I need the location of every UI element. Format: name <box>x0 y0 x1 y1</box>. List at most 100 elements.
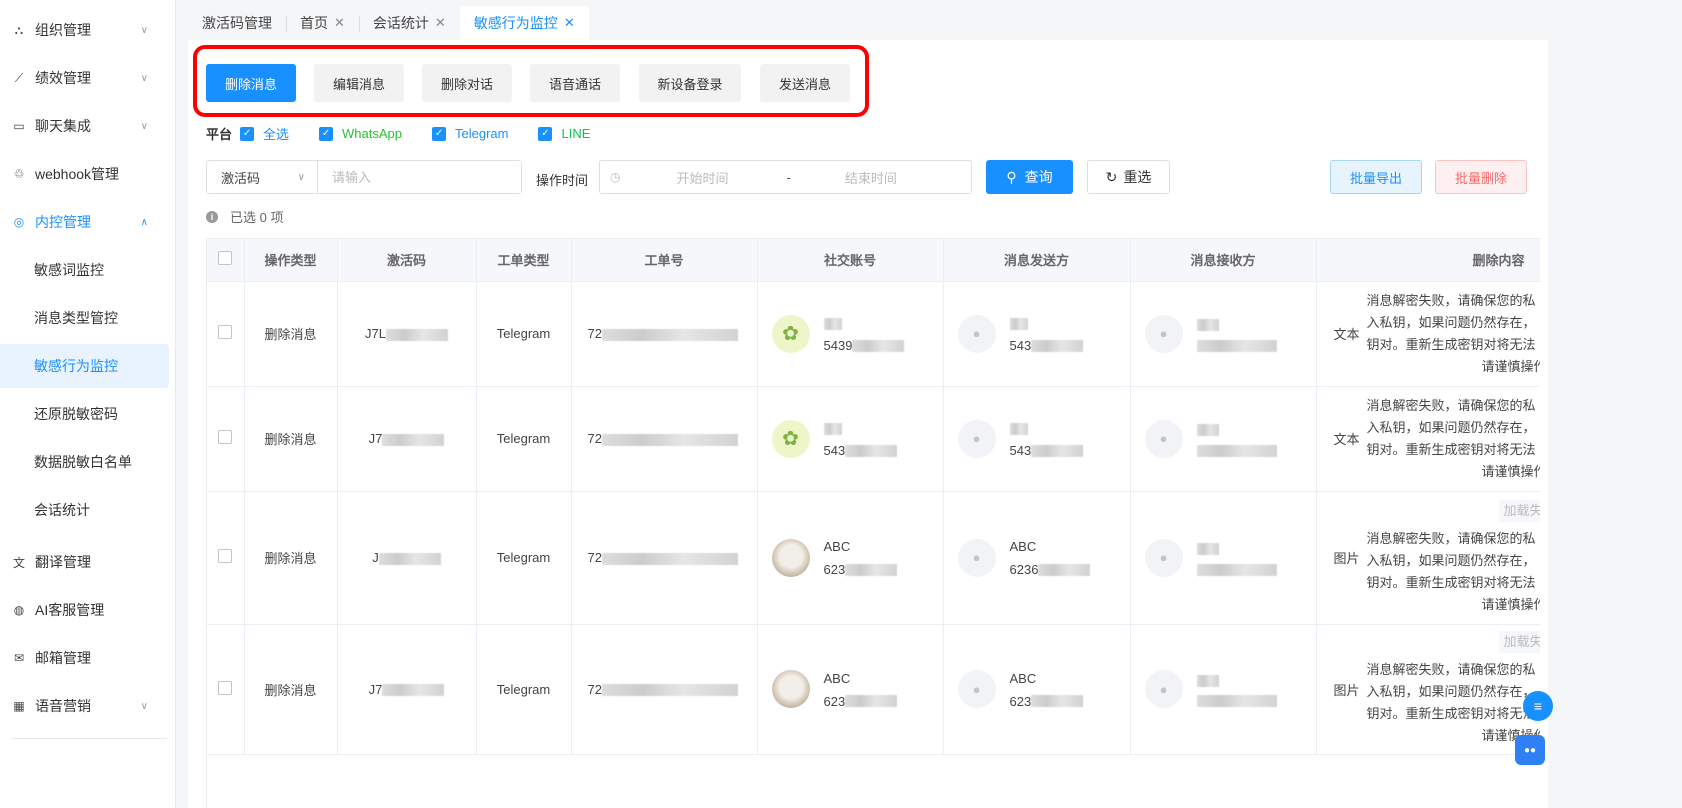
chat-float-button[interactable]: ●● <box>1515 735 1545 765</box>
start-time-input[interactable]: 开始时间 <box>676 168 766 187</box>
sidebar-subitem[interactable]: 还原脱敏密码 <box>0 392 169 436</box>
cell-order-number: 72 <box>571 281 758 387</box>
platform-option-label[interactable]: WhatsApp <box>342 126 402 141</box>
sidebar-item[interactable]: ♲ webhook管理 <box>0 152 176 196</box>
sidebar-subitem[interactable]: 敏感行为监控 <box>0 344 169 388</box>
account-info: ✿ 543 <box>758 419 943 458</box>
sidebar-item[interactable]: ◎ 内控管理 ∧ <box>0 200 176 244</box>
sidebar-subitem[interactable]: 数据脱敏白名单 <box>0 440 169 484</box>
redacted-text <box>1196 674 1219 687</box>
row-checkbox[interactable] <box>218 325 233 339</box>
search-icon: ⚲ <box>1006 168 1017 185</box>
sidebar-subitem[interactable]: 会话统计 <box>0 488 169 532</box>
account-text <box>1196 671 1277 707</box>
sidebar-item[interactable]: 文翻译管理 <box>0 540 176 584</box>
search-field-select[interactable]: 激活码 ∨ <box>207 161 318 193</box>
cell-order-number: 72 <box>571 624 758 755</box>
content-type: 文本 <box>1333 327 1360 342</box>
redacted-text <box>1031 444 1084 457</box>
tab[interactable]: 会话统计 ✕ <box>358 6 460 40</box>
page-scrollbar[interactable] <box>1548 40 1682 808</box>
redacted-text <box>1031 339 1084 352</box>
close-icon[interactable]: ✕ <box>334 15 345 31</box>
content-line: 消息解密失败，请确保您的私 <box>1366 662 1536 677</box>
redacted-text <box>1009 422 1028 435</box>
content-line: 入私钥，如果问题仍然存在， <box>1366 552 1536 568</box>
chart-icon: ⟋ <box>14 70 24 85</box>
account-info: ABC 623 <box>758 538 943 577</box>
avatar <box>771 670 810 708</box>
sidebar-item[interactable]: ▦ 语音营销 ∨ <box>0 684 176 728</box>
end-time-input[interactable]: 结束时间 <box>845 168 897 187</box>
platform-option-label[interactable]: LINE <box>561 126 590 141</box>
sidebar-subitem[interactable]: 敏感词监控 <box>0 248 169 292</box>
account-text: ABC 623 <box>824 670 898 709</box>
tab[interactable]: 激活码管理 <box>188 6 286 40</box>
account-info: ● <box>1131 538 1316 577</box>
tab-label: 激活码管理 <box>202 15 272 31</box>
user-avatar-icon: ● <box>957 314 996 353</box>
platform-checkbox[interactable]: ✓ <box>538 126 553 141</box>
tab-bar: 激活码管理 首页 ✕ 会话统计 ✕ 敏感行为监控 ✕ <box>188 6 589 40</box>
batch-export-button[interactable]: 批量导出 <box>1330 160 1422 194</box>
account-id: 623 <box>1010 694 1084 709</box>
sidebar-item[interactable]: ⛬ 组织管理 ∨ <box>0 8 176 52</box>
content-line: 消息解密失败，请确保您的私 <box>1366 530 1536 546</box>
close-icon[interactable]: ✕ <box>564 15 575 31</box>
row-checkbox[interactable] <box>218 549 233 563</box>
location-icon: ◎ <box>13 215 25 229</box>
data-table: 操作类型 激活码 工单类型 工单号 社交账号 消息发送方 消息接收方 删除内容 删除消息 J7L… <box>206 238 1540 808</box>
account-id <box>1196 339 1277 352</box>
reset-button[interactable]: ↻ 重选 <box>1087 160 1170 194</box>
deleted-content: 图片 加载失 消息解密失败，请确保您的私 入私钥，如果问题仍然存在， 钥对。重新生成密钥… <box>1317 631 1540 747</box>
platform-option-label[interactable]: Telegram <box>455 126 508 141</box>
account-id-prefix: 623 <box>1009 693 1032 709</box>
account-info: ● 543 <box>944 314 1130 353</box>
account-name <box>823 419 898 437</box>
content-line: 入私钥，如果问题仍然存在， <box>1366 314 1536 330</box>
account-info: ● ABC 6236 <box>944 538 1130 577</box>
platform-checkbox[interactable]: ✓ <box>240 126 255 141</box>
sidebar-item[interactable]: ▭ 聊天集成 ∨ <box>0 104 176 148</box>
menu-float-button[interactable]: ≡ <box>1523 691 1553 721</box>
date-range-picker[interactable]: ◷ 开始时间 - 结束时间 <box>599 160 972 194</box>
batch-delete-button[interactable]: 批量删除 <box>1435 160 1527 194</box>
query-button[interactable]: ⚲ 查询 <box>986 160 1073 194</box>
sidebar: ⛬ 组织管理 ∨ ⟋ 绩效管理 ∨ ▭ 聊天集成 ∨ ♲ webhook管理 ◎ 内控管理 ∧ 文翻译管理 ◍… <box>0 0 176 808</box>
chevron-down-icon: ∨ <box>140 700 148 712</box>
cell-acct: ABC 623 <box>757 624 944 755</box>
row-checkbox[interactable] <box>218 430 233 444</box>
row-checkbox[interactable] <box>218 680 233 695</box>
cell-order-type: Telegram <box>476 386 572 492</box>
redacted-text <box>1196 563 1277 576</box>
info-icon: i <box>206 210 218 223</box>
close-icon[interactable]: ✕ <box>435 15 446 31</box>
platform-checkbox[interactable]: ✓ <box>432 126 447 141</box>
mail-icon: ✉ <box>13 651 25 665</box>
redacted-text <box>378 552 441 565</box>
search-input[interactable] <box>318 161 521 193</box>
tab-label: 会话统计 <box>372 15 429 31</box>
cell-deleted-content: 文本 消息解密失败，请确保您的私 入私钥，如果问题仍然存在， 钥对。重新生成密钥对将无… <box>1316 386 1540 492</box>
platform-checkbox[interactable]: ✓ <box>319 126 334 141</box>
tab[interactable]: 首页 ✕ <box>286 6 359 40</box>
account-id: 623 <box>824 562 898 577</box>
account-info: ● ABC 623 <box>944 670 1130 709</box>
sidebar-item[interactable]: ◍ AI客服管理 <box>0 588 176 632</box>
select-all-checkbox[interactable] <box>218 251 233 266</box>
cell-activation-code: J7L <box>337 281 477 387</box>
row-select-cell <box>207 491 245 625</box>
account-id: 543 <box>1010 443 1084 458</box>
sidebar-item[interactable]: ⟋ 绩效管理 ∨ <box>0 56 176 100</box>
tab[interactable]: 敏感行为监控 ✕ <box>459 6 589 40</box>
account-id: 623 <box>824 694 898 709</box>
cell-op-type: 删除消息 <box>244 491 338 625</box>
deleted-content: 图片 加载失 消息解密失败，请确保您的私 入私钥，如果问题仍然存在， 钥对。重新生成密钥… <box>1317 499 1540 616</box>
account-name <box>1009 314 1084 332</box>
platform-option-label[interactable]: 全选 <box>263 124 289 143</box>
content-line: 消息解密失败，请确保您的私 <box>1366 292 1536 308</box>
select-all-header <box>207 239 245 282</box>
table-row: 删除消息 J7 Telegram 72 ✿ 543 ● 543 ● 文本 消息解密失败，请确保您的私… <box>207 386 1540 492</box>
sidebar-subitem[interactable]: 消息类型管控 <box>0 296 169 340</box>
sidebar-item[interactable]: ✉ 邮箱管理 <box>0 636 176 680</box>
